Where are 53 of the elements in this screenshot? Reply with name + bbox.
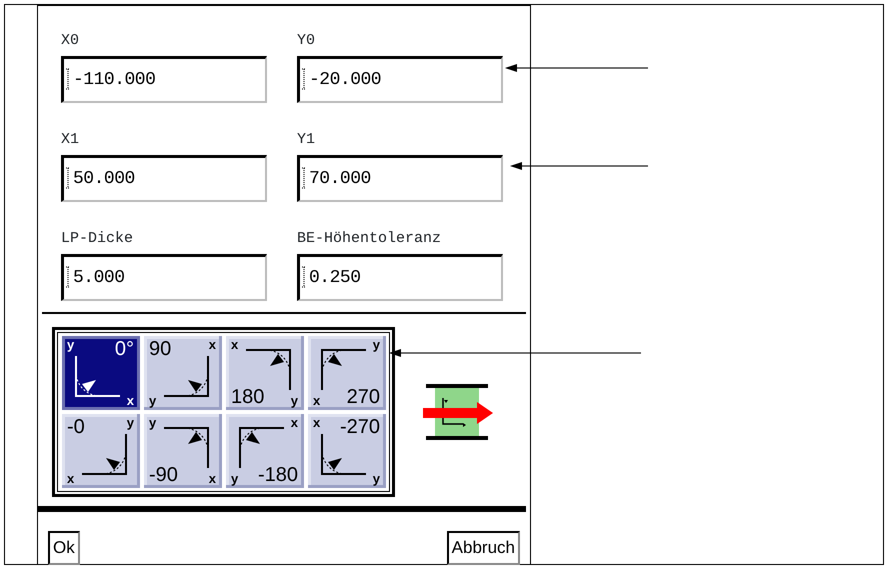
angle-label: 270 bbox=[346, 387, 380, 407]
text-cursor-icon bbox=[301, 167, 307, 189]
orientation-button[interactable]: x 180 y bbox=[226, 336, 304, 410]
orientation-button[interactable]: x y -180 bbox=[226, 414, 304, 488]
orientation-button[interactable]: y -90 x bbox=[144, 414, 222, 488]
text-cursor-icon bbox=[301, 266, 307, 288]
input-field[interactable]: 5.000 bbox=[61, 254, 267, 301]
input-field[interactable]: -20.000 bbox=[297, 56, 503, 103]
angle-label: 180 bbox=[231, 387, 264, 407]
angle-label: 90 bbox=[149, 339, 172, 359]
orientation-button[interactable]: 90 x y bbox=[144, 336, 222, 410]
axis-label: y bbox=[149, 417, 156, 429]
axis-label: x bbox=[313, 395, 320, 407]
axis-label: y bbox=[149, 395, 156, 407]
axis-label: y bbox=[67, 339, 74, 351]
orientation-button[interactable]: y x 270 bbox=[308, 336, 386, 410]
text-cursor-icon bbox=[65, 266, 71, 288]
field-label: X0 bbox=[61, 32, 80, 50]
axis-label: y bbox=[372, 339, 380, 351]
input-field[interactable]: 70.000 bbox=[297, 155, 503, 202]
angle-label: 0° bbox=[114, 339, 134, 359]
angle-label: -90 bbox=[149, 465, 178, 485]
angle-label: -180 bbox=[258, 465, 298, 485]
orientation-button[interactable]: x -270 y bbox=[308, 414, 386, 488]
field-label: LP-Dicke bbox=[61, 230, 134, 248]
dialog-button[interactable]: Abbruch bbox=[446, 531, 520, 565]
input-field[interactable]: 0.250 bbox=[297, 254, 503, 301]
axis-label: y bbox=[290, 395, 298, 407]
axis-label: x bbox=[67, 473, 74, 485]
field-label: Y0 bbox=[297, 32, 316, 50]
text-cursor-icon bbox=[65, 68, 71, 90]
conveyor-icon bbox=[423, 382, 493, 442]
axis-label: x bbox=[208, 339, 216, 351]
field-label: Y1 bbox=[297, 131, 316, 149]
axis-label: y bbox=[126, 417, 134, 429]
orientation-button[interactable]: y 0° x bbox=[62, 336, 140, 410]
field-label: X1 bbox=[61, 131, 80, 149]
angle-label: -270 bbox=[340, 417, 380, 437]
text-cursor-icon bbox=[65, 167, 71, 189]
axis-label: x bbox=[208, 473, 216, 485]
axis-label: x bbox=[231, 339, 238, 351]
field-label: BE-Höhentoleranz bbox=[297, 230, 442, 248]
axis-label: y bbox=[231, 473, 238, 485]
input-field[interactable]: -110.000 bbox=[61, 56, 267, 103]
text-cursor-icon bbox=[301, 68, 307, 90]
dialog-button[interactable]: Ok bbox=[48, 531, 80, 565]
axis-label: x bbox=[290, 417, 298, 429]
angle-label: -0 bbox=[67, 417, 85, 437]
axis-label: y bbox=[372, 473, 380, 485]
orientation-button[interactable]: -0 y x bbox=[62, 414, 140, 488]
axis-label: x bbox=[126, 395, 134, 407]
input-field[interactable]: 50.000 bbox=[61, 155, 267, 202]
axis-label: x bbox=[313, 417, 320, 429]
